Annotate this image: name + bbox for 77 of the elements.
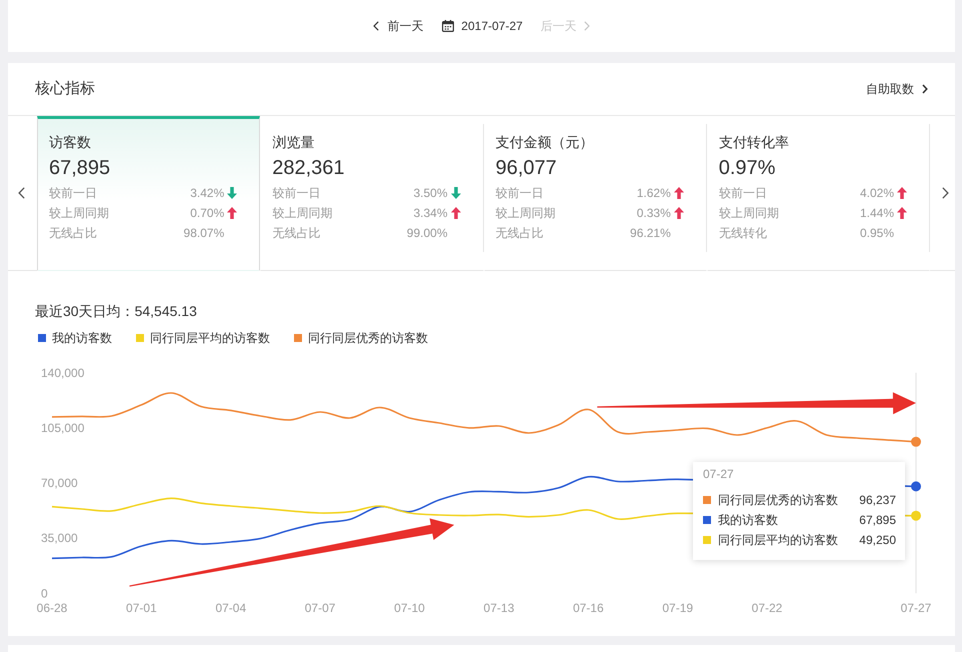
- metric-value: 67,895: [49, 156, 110, 181]
- prev-day-button[interactable]: 前一天: [373, 18, 424, 34]
- y-axis-label: 35,000: [41, 531, 78, 546]
- metric-row-value: 3.50%: [413, 185, 448, 202]
- metric-row-label: 较上周同期: [49, 205, 110, 222]
- chevron-left-icon[interactable]: [18, 187, 24, 199]
- y-axis-label: 70,000: [41, 476, 78, 490]
- average-label: 最近30天日均：54,545.13: [35, 302, 197, 321]
- metric-value: 0.97%: [718, 156, 776, 181]
- x-axis-label: 07-22: [752, 601, 782, 615]
- x-axis-label: 07-13: [484, 601, 514, 615]
- metric-row-value: 1.44%: [860, 205, 894, 222]
- tooltip-series-label: 同行同层优秀的访客数: [718, 492, 839, 509]
- arrow-up-icon: [674, 187, 684, 199]
- x-axis-label: 07-19: [662, 601, 694, 615]
- tooltip-value: 67,895: [859, 512, 896, 529]
- y-axis-label: 0: [41, 586, 48, 600]
- legend-label[interactable]: 同行同层优秀的访客数: [308, 330, 428, 346]
- x-axis-label: 06-28: [36, 601, 68, 615]
- metric-row-value: 0.95%: [860, 225, 894, 242]
- chevron-right-icon: [584, 21, 590, 31]
- tooltip-series-label: 我的访客数: [718, 512, 779, 529]
- metric-title: 访客数: [49, 133, 91, 152]
- metric-value: 282,361: [272, 156, 345, 181]
- metric-row-value: 4.02%: [860, 185, 894, 202]
- tooltip-value: 49,250: [859, 532, 896, 549]
- metric-row-label: 较上周同期: [272, 205, 334, 222]
- chevron-right-icon: [922, 84, 928, 94]
- metric-value: 96,077: [496, 156, 557, 181]
- x-axis-label: 07-01: [126, 601, 157, 615]
- metric-row-label: 较上周同期: [718, 205, 780, 222]
- metric-row-label: 无线占比: [49, 225, 98, 242]
- metric-row-label: 较上周同期: [496, 205, 556, 222]
- metric-card[interactable]: 访客数 67,895 较前一日 3.42% 较上周同期 0.70% 无线占比 98.07%: [37, 116, 260, 271]
- metric-row-label: 无线转化: [718, 225, 768, 242]
- arrow-up-icon: [897, 187, 907, 199]
- self-service-link[interactable]: 自助取数: [866, 81, 928, 97]
- metric-row-value: 3.34%: [413, 205, 448, 222]
- legend-label[interactable]: 我的访客数: [52, 330, 112, 346]
- chevron-right-icon[interactable]: [942, 187, 948, 199]
- metric-row-value: 98.07%: [184, 225, 224, 242]
- x-axis-label: 07-04: [215, 601, 246, 615]
- x-axis-label: 07-07: [304, 601, 336, 615]
- metric-row-label: 较前一日: [718, 185, 768, 202]
- metric-row-label: 无线占比: [272, 225, 322, 242]
- tooltip-series-label: 同行同层平均的访客数: [718, 532, 839, 549]
- y-axis-label: 140,000: [41, 366, 84, 380]
- metric-title: 支付金额（元）: [496, 133, 594, 152]
- tooltip-value: 96,237: [859, 492, 896, 509]
- metric-row-label: 较前一日: [272, 185, 322, 202]
- x-axis-label: 07-27: [900, 601, 932, 615]
- panel-title: 核心指标: [35, 79, 95, 99]
- metric-row-value: 0.33%: [636, 205, 671, 222]
- arrow-up-icon: [227, 207, 238, 219]
- arrow-down-icon: [227, 187, 238, 199]
- metric-row-value: 96.21%: [630, 225, 671, 242]
- arrow-up-icon: [897, 207, 907, 219]
- date-picker-button[interactable]: 2017-07-27: [442, 18, 523, 34]
- metric-row-value: 0.70%: [190, 205, 224, 222]
- metric-title: 浏览量: [272, 133, 314, 152]
- metric-row-value: 3.42%: [190, 185, 224, 202]
- x-axis-label: 07-16: [572, 601, 604, 615]
- arrow-up-icon: [450, 207, 460, 219]
- x-axis-label: 07-10: [394, 601, 425, 615]
- tooltip-title: 07-27: [703, 466, 734, 482]
- metric-row-label: 较前一日: [496, 185, 544, 202]
- legend-label[interactable]: 同行同层平均的访客数: [150, 330, 270, 346]
- metric-row-value: 99.00%: [406, 225, 448, 242]
- calendar-icon: [442, 20, 454, 32]
- metric-title: 支付转化率: [718, 133, 789, 152]
- metric-row-label: 无线占比: [496, 225, 544, 242]
- metric-row-value: 1.62%: [636, 185, 671, 202]
- y-axis-label: 105,000: [41, 420, 84, 435]
- chevron-left-icon: [373, 21, 380, 31]
- metric-row-label: 较前一日: [49, 185, 98, 202]
- arrow-down-icon: [450, 187, 460, 199]
- arrow-up-icon: [674, 207, 684, 219]
